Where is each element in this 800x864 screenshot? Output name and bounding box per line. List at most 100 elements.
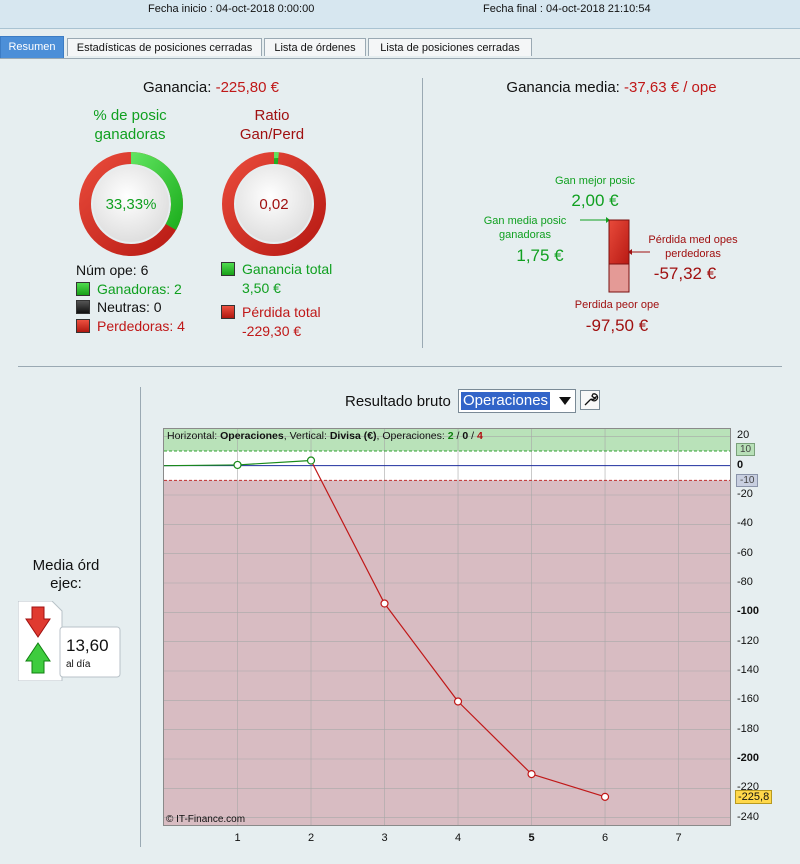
y-tick-label: 20 <box>737 429 750 442</box>
operations-select-value: Operaciones <box>461 392 551 410</box>
info-losses: 4 <box>476 430 483 442</box>
y-tick-label: -20 <box>737 488 753 500</box>
losers-square <box>76 319 90 333</box>
y-tick-label: 0 <box>737 458 744 471</box>
avg-win-label-line1: Gan media posic <box>483 215 567 227</box>
x-tick-label: 5 <box>528 832 535 844</box>
y-tick-label: -140 <box>737 664 760 676</box>
ratio-title-line2: Gan/Perd <box>239 126 305 143</box>
x-tick-label: 6 <box>601 832 609 844</box>
ratio-value: 0,02 <box>259 196 288 213</box>
avg-label: Ganancia media: <box>506 79 620 96</box>
orders-per-day-value: 13,60 <box>66 636 109 655</box>
data-point <box>306 456 316 465</box>
orders-per-day-unit: al día <box>66 659 91 670</box>
info-h-value: Operaciones <box>220 430 284 442</box>
winners-square <box>76 282 90 296</box>
win-pct-donut: 33,33% <box>79 152 183 256</box>
y-tick-label: -80 <box>737 576 753 588</box>
ratio-title: Ratio Gan/Perd <box>202 106 342 144</box>
start-date: Fecha inicio : 04-oct-2018 0:00:00 <box>148 3 315 15</box>
avg-loss-label-line1: Pérdida med opes <box>648 234 738 246</box>
avg-loss-value: -57,32 € <box>653 264 717 283</box>
info-h-label: Horizontal: <box>167 430 221 442</box>
profit-line: Ganancia: -225,80 € <box>0 79 422 96</box>
chart-title: Resultado bruto <box>345 393 451 410</box>
info-v-value: Divisa (€) <box>329 430 377 442</box>
avg-loss-bar <box>608 219 630 265</box>
tab-bar: Resumen Estadísticas de posiciones cerra… <box>0 36 800 59</box>
worst-value: -97,50 € <box>585 316 649 335</box>
worst-loss-bar <box>608 263 630 293</box>
neutrals-count: Neutras: 0 <box>97 299 162 315</box>
y-tick-label: -40 <box>737 517 753 530</box>
neutrals-square <box>76 300 90 314</box>
info-v-label: , Vertical: <box>283 430 330 442</box>
loss-zone <box>164 480 730 825</box>
win-pct-title-line2: ganadoras <box>94 126 166 143</box>
ratio-donut: 0,02 <box>222 152 326 256</box>
win-pct-value: 33,33% <box>106 196 157 213</box>
y-tick-label: -200 <box>737 752 760 764</box>
profit-value: -225,80 € <box>215 79 279 96</box>
chart-info-line: Horizontal: Operaciones, Vertical: Divis… <box>167 430 483 442</box>
avg-loss-label-line2: perdedoras <box>665 248 721 260</box>
win-pct-title: % de posic ganadoras <box>60 106 200 144</box>
end-date: Fecha final : 04-oct-2018 21:10:54 <box>483 3 651 15</box>
info-ops-label: , Operaciones: <box>376 430 448 442</box>
tab-closed-list[interactable]: Lista de posiciones cerradas <box>368 38 532 56</box>
upper-threshold-badge: 10 <box>736 443 756 456</box>
best-value: 2,00 € <box>571 191 619 210</box>
avg-win-label-line2: ganadoras <box>499 229 551 241</box>
series-segment <box>164 464 238 467</box>
section-divider <box>18 366 782 367</box>
y-tick-label: -120 <box>737 634 760 647</box>
tab-orders[interactable]: Lista de órdenes <box>264 38 366 56</box>
tab-closed-stats[interactable]: Estadísticas de posiciones cerradas <box>67 38 262 56</box>
x-tick-label: 7 <box>675 832 682 844</box>
best-label: Gan mejor posic <box>554 175 636 187</box>
last-value-badge: -225,8 <box>735 789 773 804</box>
tab-resumen[interactable]: Resumen <box>0 36 64 58</box>
data-point <box>600 792 610 801</box>
avg-loss-label: Pérdida med opes perdedoras <box>638 233 748 261</box>
total-gain-value: 3,50 € <box>242 280 281 296</box>
avg-value: -37,63 € / ope <box>624 79 717 96</box>
num-ops: Núm ope: 6 <box>76 262 149 278</box>
ratio-title-line1: Ratio <box>254 107 290 124</box>
total-loss-label: Pérdida total <box>242 304 321 320</box>
data-point <box>453 697 463 706</box>
chart-settings-button[interactable] <box>580 390 600 410</box>
y-tick-label: -240 <box>737 810 760 823</box>
y-tick-label: -100 <box>737 605 760 618</box>
avg-line: Ganancia media: -37,63 € / ope <box>423 79 800 96</box>
winners-count: Ganadoras: 2 <box>97 281 182 297</box>
x-tick-label: 4 <box>454 832 462 844</box>
orders-per-day-line1: Media órd <box>32 557 100 574</box>
operations-select[interactable]: Operaciones <box>458 389 576 413</box>
data-point <box>233 460 242 470</box>
chevron-down-icon <box>559 397 571 405</box>
total-loss-square <box>221 305 235 319</box>
win-pct-title-line1: % de posic <box>93 107 167 124</box>
total-loss-value: -229,30 € <box>242 323 302 339</box>
orders-per-day-label: Media órd ejec: <box>10 557 122 593</box>
date-range-bar: Fecha inicio : 04-oct-2018 0:00:00 Fecha… <box>0 0 800 29</box>
avg-win-label: Gan media posic ganadoras <box>470 214 580 242</box>
left-panel-divider <box>140 387 141 847</box>
y-tick-label: -160 <box>737 693 760 706</box>
y-tick-label: -60 <box>737 546 753 559</box>
losers-count: Perdedoras: 4 <box>97 318 185 334</box>
orders-per-day-line2: ejec: <box>50 575 82 592</box>
lower-threshold-badge: -10 <box>736 474 759 488</box>
worst-label: Perdida peor ope <box>574 299 660 311</box>
data-point <box>380 599 389 608</box>
wrench-icon <box>584 393 599 406</box>
copyright: © IT-Finance.com <box>166 814 246 825</box>
total-gain-label: Ganancia total <box>242 261 333 277</box>
profit-label: Ganancia: <box>143 79 212 96</box>
x-tick-label: 2 <box>307 832 315 844</box>
x-tick-label: 1 <box>234 832 241 844</box>
result-chart <box>164 429 730 825</box>
info-sep2: / <box>468 430 477 442</box>
